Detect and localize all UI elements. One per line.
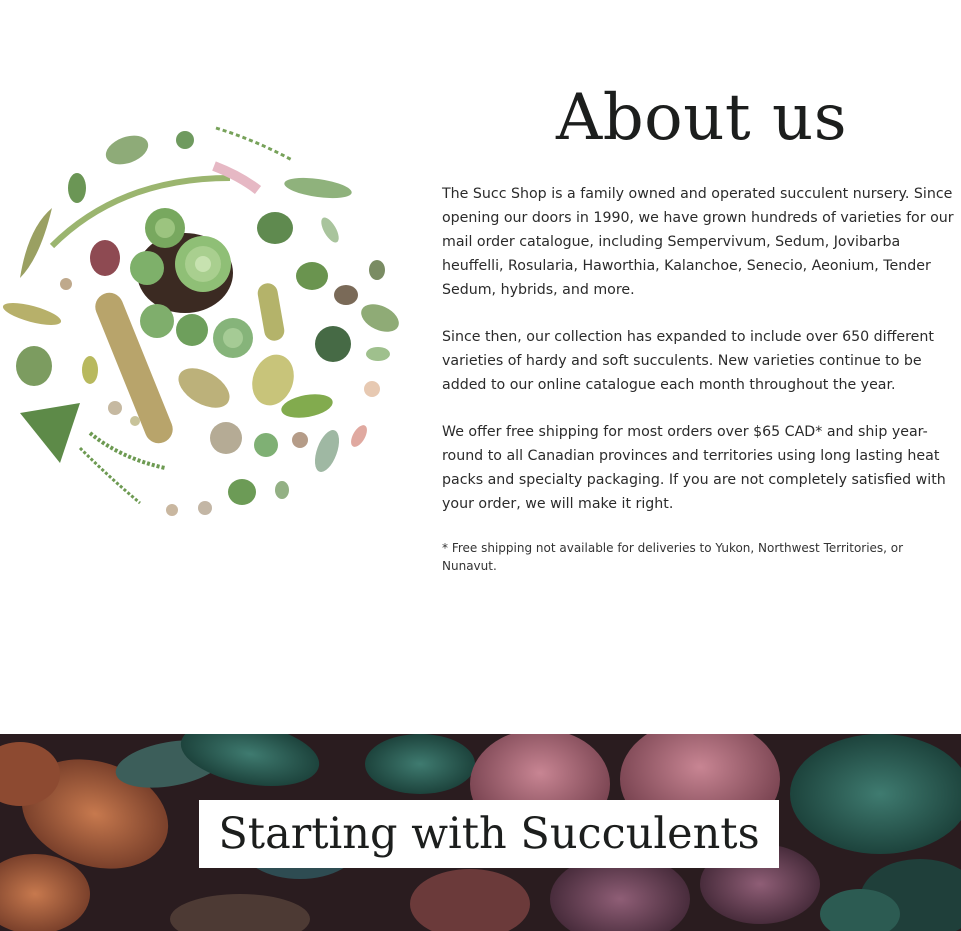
shipping-footnote: * Free shipping not available for delive… — [442, 541, 904, 573]
succulent-collage-image — [0, 118, 410, 528]
about-section: About us The Succ Shop is a family owned… — [0, 0, 961, 734]
about-title: About us — [555, 81, 848, 155]
about-paragraph-collection: Since then, our collection has expanded … — [442, 329, 934, 393]
succulent-collage-graphic — [2, 126, 399, 516]
banner-title: Starting with Succulents — [218, 809, 760, 859]
banner-title-box: Starting with Succulents — [199, 800, 779, 868]
about-paragraph-history: The Succ Shop is a family owned and oper… — [442, 186, 954, 298]
about-text-column: About us The Succ Shop is a family owned… — [442, 86, 957, 575]
starting-with-succulents-banner: Starting with Succulents — [0, 734, 961, 931]
about-paragraph-shipping: We offer free shipping for most orders o… — [442, 424, 946, 512]
